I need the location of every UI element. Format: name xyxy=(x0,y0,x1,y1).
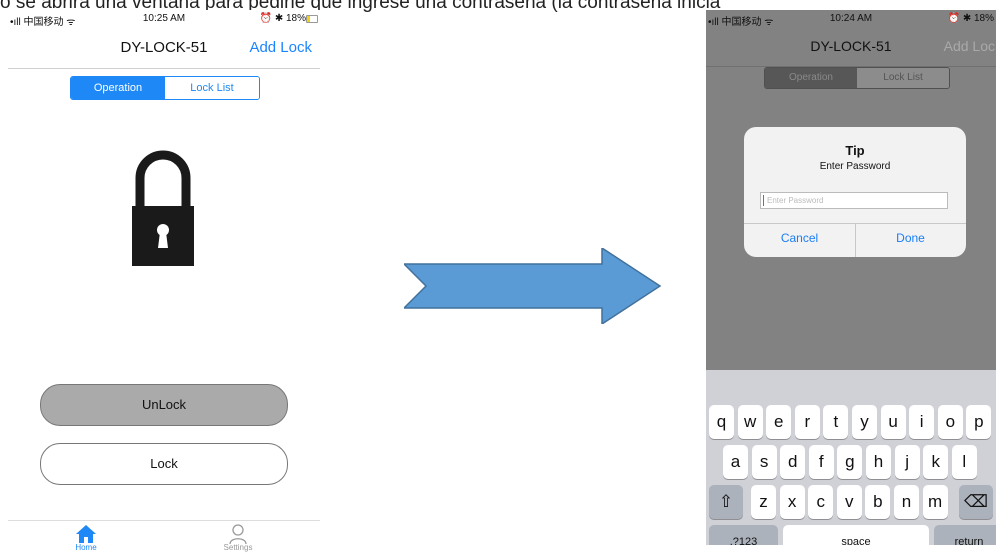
padlock-icon xyxy=(132,150,194,266)
key-d[interactable]: d xyxy=(780,445,806,479)
tab-bar: Home Settings xyxy=(8,520,320,555)
key-y[interactable]: y xyxy=(852,405,877,439)
key-p[interactable]: p xyxy=(966,405,992,439)
tab-home[interactable]: Home xyxy=(56,523,116,552)
person-icon xyxy=(229,524,247,545)
nav-bar: DY-LOCK-51 Add Lock xyxy=(8,28,320,69)
key-z[interactable]: z xyxy=(751,485,776,519)
key-u[interactable]: u xyxy=(880,405,906,439)
key-s[interactable]: s xyxy=(751,445,777,479)
key-w[interactable]: w xyxy=(737,405,763,439)
segmented-control: Operation Lock List xyxy=(764,67,950,89)
add-lock-button[interactable]: Add Lock xyxy=(944,38,996,54)
tab-operation[interactable]: Operation xyxy=(765,68,857,88)
key-b[interactable]: b xyxy=(865,485,891,519)
right-arrow-icon xyxy=(404,248,662,324)
key-j[interactable]: j xyxy=(894,445,920,479)
dialog-message: Enter Password xyxy=(819,161,891,172)
password-dialog: Tip Enter Password Enter Password Cancel… xyxy=(744,127,966,257)
done-button[interactable]: Done xyxy=(855,224,966,257)
tab-settings-label: Settings xyxy=(223,543,253,552)
key-o[interactable]: o xyxy=(937,405,963,439)
key-n[interactable]: n xyxy=(894,485,919,519)
battery-text: ⏰ ✱ 18% xyxy=(259,13,306,24)
key-c[interactable]: c xyxy=(808,485,834,519)
nav-bar: DY-LOCK-51 Add Lock xyxy=(706,28,996,67)
unlock-button[interactable]: UnLock xyxy=(40,384,288,426)
keyboard: ⇧ ⌫ .?123 space return qwertyuiop asdfghj… xyxy=(706,370,996,545)
key-f[interactable]: f xyxy=(808,445,834,479)
return-key[interactable]: return xyxy=(934,525,996,545)
dialog-title: Tip xyxy=(845,143,865,158)
key-i[interactable]: i xyxy=(909,405,935,439)
key-r[interactable]: r xyxy=(794,405,820,439)
status-bar: •ıll 中国移动 ᯤ 10:24 AM ⏰ ✱ 18% xyxy=(706,10,996,28)
password-input[interactable]: Enter Password xyxy=(760,192,948,209)
battery-icon xyxy=(306,15,318,23)
tab-home-label: Home xyxy=(75,543,97,552)
status-bar: •ıll 中国移动 ᯤ 10:25 AM ⏰ ✱ 18% xyxy=(8,10,320,28)
cancel-button[interactable]: Cancel xyxy=(744,224,856,257)
key-l[interactable]: l xyxy=(951,445,977,479)
key-t[interactable]: t xyxy=(823,405,849,439)
shift-key[interactable]: ⇧ xyxy=(709,485,743,519)
delete-key[interactable]: ⌫ xyxy=(959,485,993,519)
battery-text: ⏰ ✱ 18% xyxy=(947,13,994,24)
right-phone-screen: •ıll 中国移动 ᯤ 10:24 AM ⏰ ✱ 18% DY-LOCK-51 … xyxy=(706,10,996,545)
key-h[interactable]: h xyxy=(866,445,891,479)
tab-settings[interactable]: Settings xyxy=(208,523,268,552)
home-icon xyxy=(76,525,96,543)
left-phone-screen: •ıll 中国移动 ᯤ 10:25 AM ⏰ ✱ 18% DY-LOCK-51 … xyxy=(8,10,320,555)
key-a[interactable]: a xyxy=(723,445,748,479)
segmented-control: Operation Lock List xyxy=(70,76,260,100)
tab-operation[interactable]: Operation xyxy=(71,77,165,99)
dialog-buttons: Cancel Done xyxy=(744,223,966,257)
numbers-key[interactable]: .?123 xyxy=(709,525,778,545)
key-e[interactable]: e xyxy=(766,405,792,439)
key-v[interactable]: v xyxy=(836,485,862,519)
add-lock-button[interactable]: Add Lock xyxy=(249,39,312,56)
key-k[interactable]: k xyxy=(923,445,949,479)
tab-lock-list[interactable]: Lock List xyxy=(165,77,259,99)
lock-button[interactable]: Lock xyxy=(40,443,288,485)
key-q[interactable]: q xyxy=(709,405,734,439)
tab-lock-list[interactable]: Lock List xyxy=(857,68,949,88)
key-x[interactable]: x xyxy=(779,485,805,519)
key-m[interactable]: m xyxy=(922,485,948,519)
key-g[interactable]: g xyxy=(837,445,863,479)
space-key[interactable]: space xyxy=(783,525,929,545)
